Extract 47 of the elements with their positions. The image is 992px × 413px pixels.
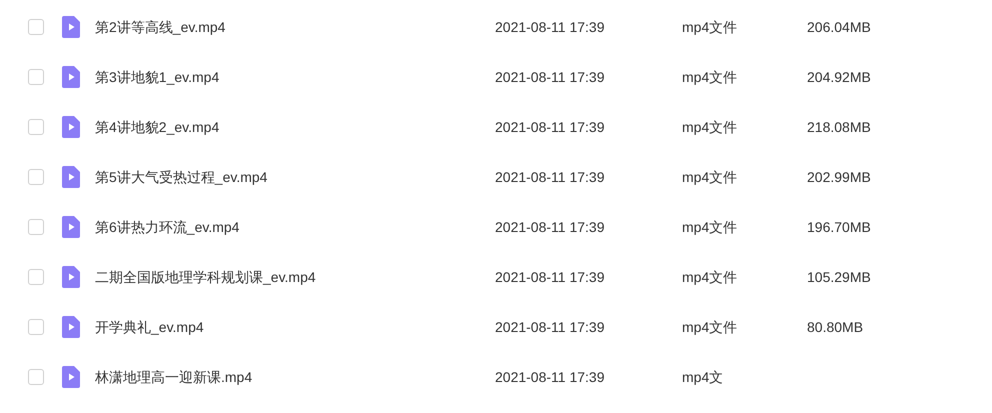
file-type: mp4文件 xyxy=(682,18,738,37)
file-name[interactable]: 第5讲大气受热过程_ev.mp4 xyxy=(95,166,495,188)
video-file-icon xyxy=(62,216,80,238)
file-type: mp4文件 xyxy=(682,168,738,187)
checkbox[interactable] xyxy=(28,119,44,135)
file-size: 196.70MB xyxy=(807,218,871,236)
file-type: mp4文件 xyxy=(682,268,738,287)
video-file-icon xyxy=(62,166,80,188)
checkbox[interactable] xyxy=(28,269,44,285)
video-file-icon xyxy=(62,266,80,288)
file-type: mp4文件 xyxy=(682,318,738,337)
modified-date: 2021-08-11 17:39 xyxy=(495,368,606,386)
file-type: mp4文件 xyxy=(682,68,738,87)
modified-date: 2021-08-11 17:39 xyxy=(495,268,606,286)
file-size: 206.04MB xyxy=(807,18,871,36)
checkbox[interactable] xyxy=(28,369,44,385)
checkbox[interactable] xyxy=(28,69,44,85)
file-size: 80.80MB xyxy=(807,318,864,336)
modified-date: 2021-08-11 17:39 xyxy=(495,68,606,86)
file-name[interactable]: 第6讲热力环流_ev.mp4 xyxy=(95,216,495,238)
video-file-icon xyxy=(62,366,80,388)
file-type: mp4文件 xyxy=(682,118,738,137)
file-name[interactable]: 第2讲等高线_ev.mp4 xyxy=(95,16,495,38)
file-name[interactable]: 二期全国版地理学科规划课_ev.mp4 xyxy=(95,266,495,288)
modified-date: 2021-08-11 17:39 xyxy=(495,168,606,186)
file-name[interactable]: 林潇地理高一迎新课.mp4 xyxy=(95,366,495,388)
modified-date: 2021-08-11 17:39 xyxy=(495,318,606,336)
file-name[interactable]: 第3讲地貌1_ev.mp4 xyxy=(95,66,495,88)
video-file-icon xyxy=(62,316,80,338)
video-file-icon xyxy=(62,16,80,38)
file-size: 105.29MB xyxy=(807,268,871,286)
file-type: mp4文 xyxy=(682,368,724,387)
checkbox[interactable] xyxy=(28,219,44,235)
video-file-icon xyxy=(62,66,80,88)
checkbox[interactable] xyxy=(28,169,44,185)
file-size: 202.99MB xyxy=(807,168,871,186)
modified-date: 2021-08-11 17:39 xyxy=(495,118,606,136)
checkbox[interactable] xyxy=(28,319,44,335)
file-type: mp4文件 xyxy=(682,218,738,237)
checkbox[interactable] xyxy=(28,19,44,35)
file-size: 204.92MB xyxy=(807,68,871,86)
video-file-icon xyxy=(62,116,80,138)
modified-date: 2021-08-11 17:39 xyxy=(495,218,606,236)
file-size: 218.08MB xyxy=(807,118,871,136)
modified-date: 2021-08-11 17:39 xyxy=(495,18,606,36)
file-name[interactable]: 开学典礼_ev.mp4 xyxy=(95,316,495,338)
file-name[interactable]: 第4讲地貌2_ev.mp4 xyxy=(95,116,495,138)
